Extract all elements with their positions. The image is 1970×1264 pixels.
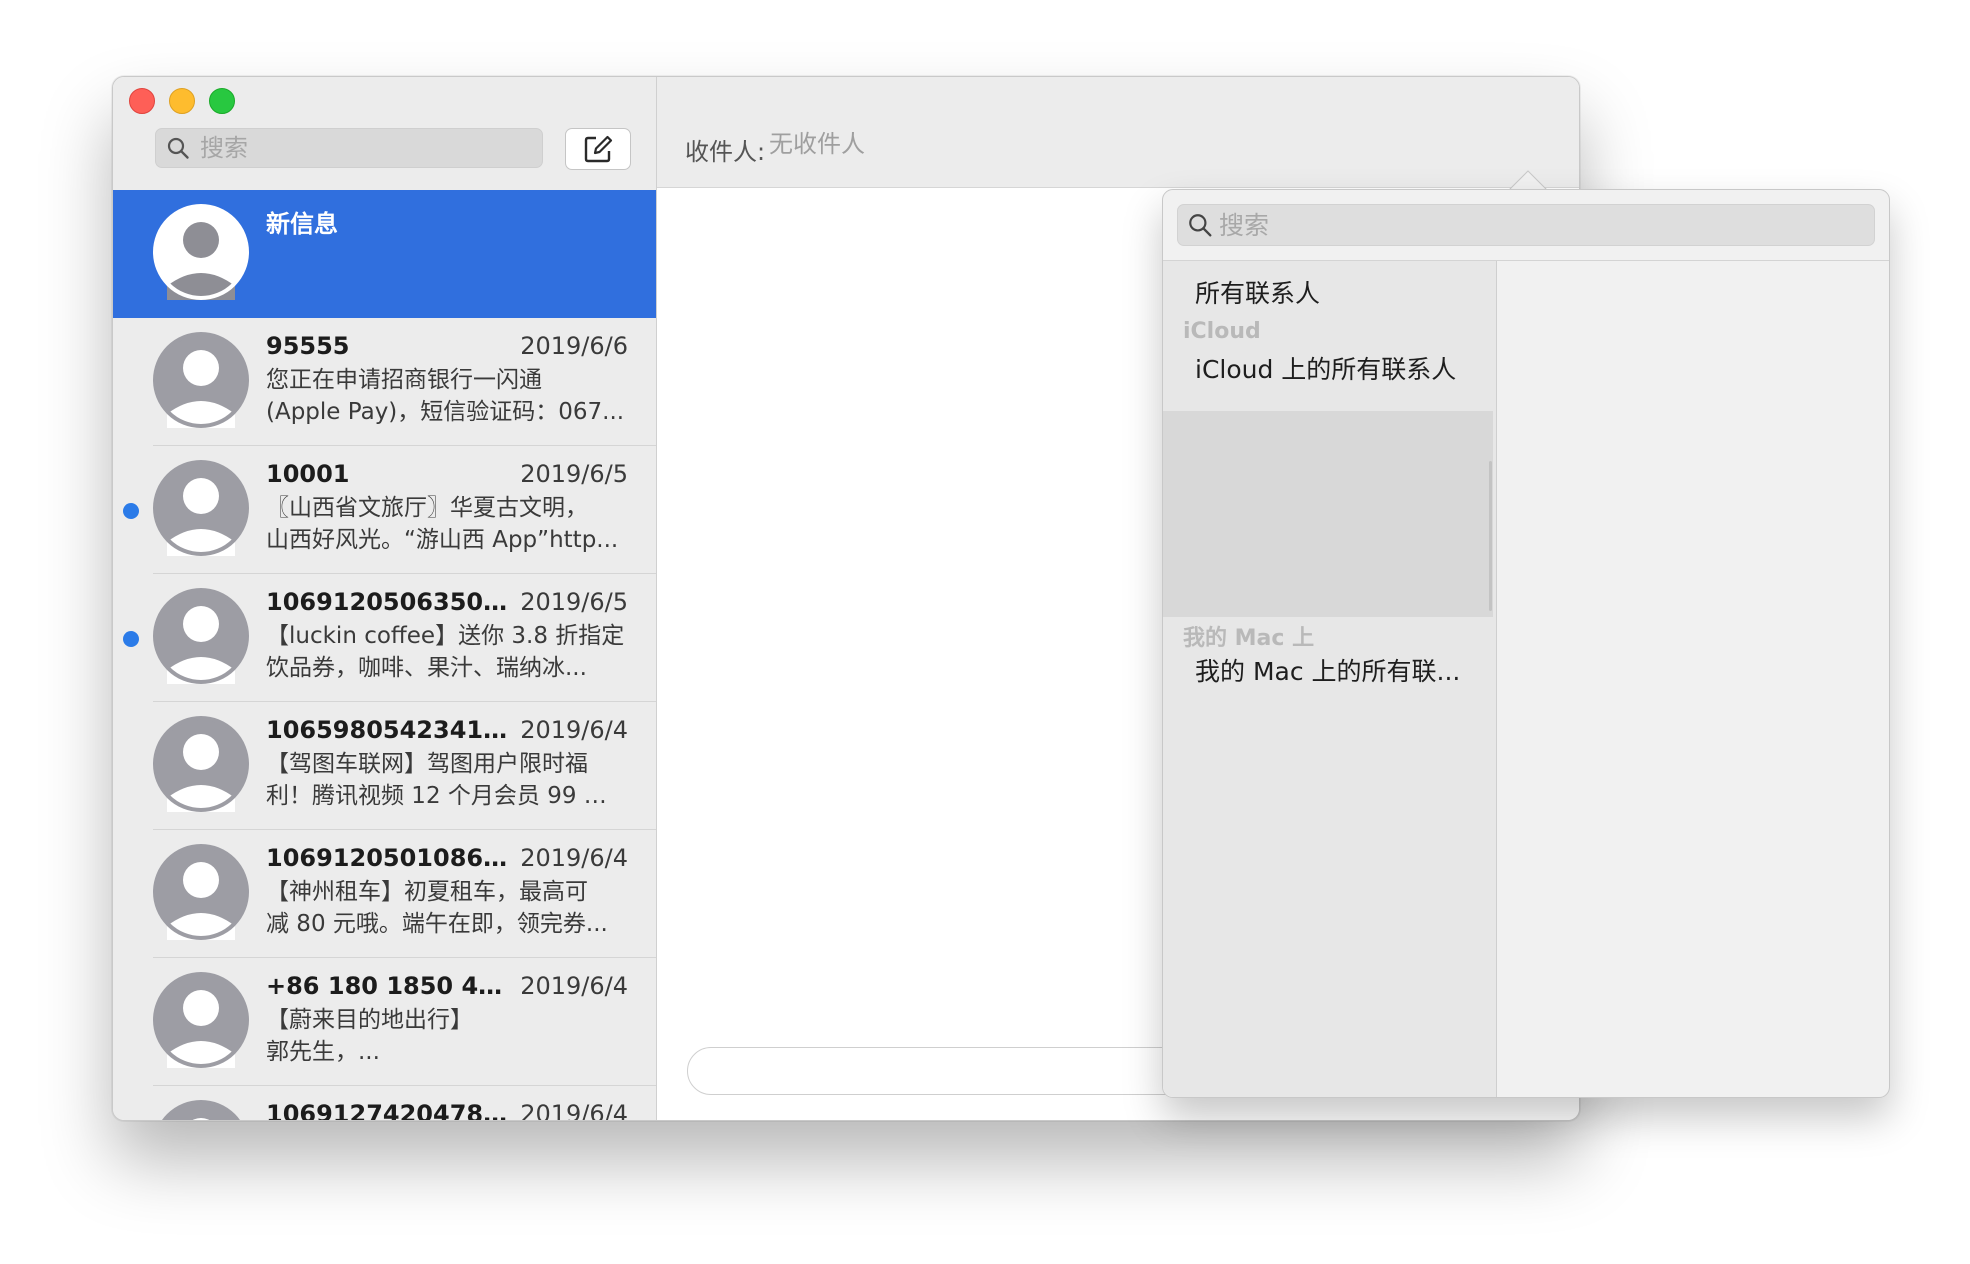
avatar bbox=[153, 588, 249, 684]
preview-line: 【luckin coffee】送你 3.8 折指定 bbox=[266, 623, 625, 649]
conversation-name: 10691205010868​1 bbox=[266, 844, 511, 872]
conversation-preview: 【luckin coffee】送你 3.8 折指定 饮品券，咖啡、果汁、瑞纳冰.… bbox=[266, 620, 628, 684]
popover-arrow bbox=[1508, 170, 1548, 191]
popover-search-input[interactable] bbox=[1217, 209, 1841, 241]
avatar bbox=[153, 460, 249, 556]
conversation-name: 10659805423417... bbox=[266, 716, 511, 744]
preview-line: 【驾图车联网】驾图用户限时福 bbox=[266, 751, 588, 777]
zoom-window-button[interactable] bbox=[209, 88, 235, 114]
conversation-preview: 【蔚来目的地出行】 郭先生，... bbox=[266, 1004, 628, 1068]
search-icon bbox=[1189, 214, 1212, 237]
conversation-row[interactable]: 10001 2019/6/5 〖山西省文旅厅〗华夏古文明， 山西好风光。“游山西… bbox=[113, 446, 656, 574]
contacts-popover: 所有联系人 iCloud iCloud 上的所有联系人 我的 Mac 上 我的 … bbox=[1162, 189, 1890, 1098]
message-header: 收件人: bbox=[657, 77, 1579, 188]
conversation-date: 2019/6/5 bbox=[520, 460, 628, 488]
conversation-row[interactable]: 95555 2019/6/6 您正在申请招商银行一闪通 (Apple Pay)，… bbox=[113, 318, 656, 446]
recipient-label: 收件人: bbox=[685, 138, 766, 166]
conversation-preview: 您正在申请招商银行一闪通 (Apple Pay)，短信验证码：067... bbox=[266, 364, 628, 428]
conversation-preview: 【驾图车联网】驾图用户限时福 利！腾讯视频 12 个月会员 99 元... bbox=[266, 748, 628, 812]
unread-indicator bbox=[123, 631, 139, 647]
avatar bbox=[153, 1100, 249, 1120]
preview-line: 山西好风光。“游山西 App”http... bbox=[266, 527, 619, 553]
preview-line: 〖山西省文旅厅〗华夏古文明， bbox=[266, 495, 588, 521]
group-header-icloud: iCloud bbox=[1183, 319, 1261, 344]
conversation-row[interactable]: 10691205063507... 2019/6/5 【luckin coffe… bbox=[113, 574, 656, 702]
conversation-name: 10001 bbox=[266, 460, 350, 488]
avatar bbox=[153, 716, 249, 812]
sidebar: 新信息 95555 2019/6/6 您正在申请招商银行一闪通 (Apple P… bbox=[113, 77, 657, 1120]
conversation-date: 2019/6/4 bbox=[520, 1100, 628, 1120]
compose-icon bbox=[584, 135, 613, 163]
search-icon bbox=[167, 137, 189, 159]
group-icloud-all-contacts[interactable]: iCloud 上的所有联系人 bbox=[1195, 350, 1456, 386]
contacts-detail-pane bbox=[1497, 261, 1889, 1097]
conversation-row[interactable]: 10691274204787​0 2019/6/4 bbox=[113, 1086, 656, 1120]
recipient-input[interactable] bbox=[767, 129, 1171, 159]
preview-line: 郭先生，... bbox=[266, 1039, 380, 1065]
preview-line: 【蔚来目的地出行】 bbox=[266, 1007, 473, 1033]
minimize-window-button[interactable] bbox=[169, 88, 195, 114]
preview-line: 【神州租车】初夏租车，最高可 bbox=[266, 879, 588, 905]
contact-groups-list: 所有联系人 iCloud iCloud 上的所有联系人 我的 Mac 上 我的 … bbox=[1163, 261, 1497, 1097]
conversation-preview: 〖山西省文旅厅〗华夏古文明， 山西好风光。“游山西 App”http... bbox=[266, 492, 628, 556]
compose-button[interactable] bbox=[565, 128, 631, 170]
close-window-button[interactable] bbox=[129, 88, 155, 114]
conversation-name: 新信息 bbox=[266, 210, 338, 238]
sidebar-search-field[interactable] bbox=[155, 128, 543, 168]
conversation-row[interactable]: 10659805423417... 2019/6/4 【驾图车联网】驾图用户限时… bbox=[113, 702, 656, 830]
conversation-name: 10691274204787​0 bbox=[266, 1100, 511, 1120]
sidebar-search-input[interactable] bbox=[198, 133, 522, 163]
group-mac-all-contacts[interactable]: 我的 Mac 上的所有联... bbox=[1195, 652, 1460, 688]
conversation-preview: 【神州租车】初夏租车，最高可 减 80 元哦。端午在即，领完券... bbox=[266, 876, 628, 940]
group-empty-region bbox=[1163, 411, 1493, 617]
avatar bbox=[153, 844, 249, 940]
group-all-contacts[interactable]: 所有联系人 bbox=[1195, 274, 1320, 310]
avatar bbox=[153, 204, 249, 300]
avatar bbox=[153, 972, 249, 1068]
conversation-name: 95555 bbox=[266, 332, 350, 360]
conversation-list[interactable]: 新信息 95555 2019/6/6 您正在申请招商银行一闪通 (Apple P… bbox=[113, 190, 656, 1120]
conversation-date: 2019/6/5 bbox=[520, 588, 628, 616]
preview-line: 饮品券，咖啡、果汁、瑞纳冰... bbox=[266, 655, 587, 681]
conversation-name: +86 180 1850 4101 bbox=[266, 972, 511, 1000]
conversation-date: 2019/6/4 bbox=[520, 844, 628, 872]
preview-line: 利！腾讯视频 12 个月会员 99 元... bbox=[266, 783, 628, 809]
preview-line: (Apple Pay)，短信验证码：067... bbox=[266, 399, 625, 425]
conversation-row[interactable]: +86 180 1850 4101 2019/6/4 【蔚来目的地出行】 郭先生… bbox=[113, 958, 656, 1086]
conversation-date: 2019/6/4 bbox=[520, 716, 628, 744]
conversation-name: 10691205063507... bbox=[266, 588, 511, 616]
groups-scrollbar[interactable] bbox=[1489, 461, 1492, 611]
conversation-date: 2019/6/6 bbox=[520, 332, 628, 360]
popover-search-field[interactable] bbox=[1177, 204, 1875, 246]
avatar bbox=[153, 332, 249, 428]
conversation-row[interactable]: 新信息 bbox=[113, 190, 656, 318]
preview-line: 您正在申请招商银行一闪通 bbox=[266, 367, 542, 393]
conversation-row[interactable]: 10691205010868​1 2019/6/4 【神州租车】初夏租车，最高可… bbox=[113, 830, 656, 958]
unread-indicator bbox=[123, 503, 139, 519]
preview-line: 减 80 元哦。端午在即，领完券... bbox=[266, 911, 608, 937]
group-header-mac: 我的 Mac 上 bbox=[1183, 626, 1315, 651]
conversation-date: 2019/6/4 bbox=[520, 972, 628, 1000]
